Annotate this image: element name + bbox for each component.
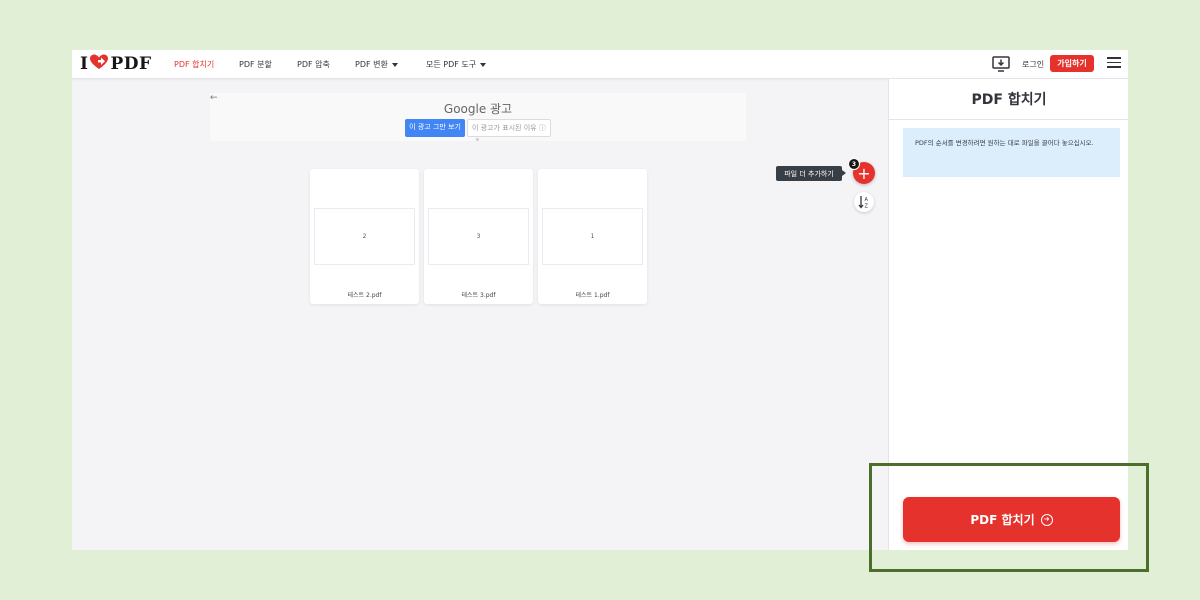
highlight-box (869, 463, 1149, 572)
svg-text:Z: Z (865, 204, 869, 210)
top-navigation-bar: I PDF PDF 합치기 PDF 분할 PDF 압축 PDF 변환 모든 PD… (72, 50, 1128, 79)
file-name: 테스트 2.pdf (347, 292, 382, 299)
file-thumbnail: 2 (314, 208, 415, 265)
svg-text:A: A (865, 197, 869, 203)
file-name: 테스트 3.pdf (461, 292, 496, 299)
nav-all-pdf-tools[interactable]: 모든 PDF 도구 (426, 50, 487, 79)
logo-text-pdf: PDF (110, 54, 152, 74)
nav-all-pdf-tools-label: 모든 PDF 도구 (426, 60, 477, 69)
logo-text-i: I (80, 54, 89, 74)
hamburger-menu-icon[interactable] (1107, 57, 1121, 69)
login-link[interactable]: 로그인 (1022, 50, 1044, 79)
heart-icon (89, 54, 109, 75)
ad-buttons: 이 광고 그만 보기 이 광고가 표시된 이유 ⓘ (210, 119, 746, 137)
file-page-number: 1 (590, 233, 595, 240)
caret-down-icon (391, 62, 398, 67)
sidebar-title: PDF 합치기 (889, 79, 1128, 120)
add-more-files-tooltip: 파일 더 추가하기 (776, 166, 846, 181)
ilovepdf-logo[interactable]: I PDF (80, 53, 152, 75)
file-card[interactable]: 3 테스트 3.pdf (424, 169, 533, 304)
nav-compress-pdf-label: PDF 압축 (297, 60, 330, 69)
file-card[interactable]: 2 테스트 2.pdf (310, 169, 419, 304)
file-name: 테스트 1.pdf (575, 292, 610, 299)
file-count-badge: 3 (848, 158, 860, 170)
nav-convert-pdf-label: PDF 변환 (355, 60, 388, 69)
desktop-download-icon[interactable] (992, 55, 1010, 73)
nav-merge-pdf[interactable]: PDF 합치기 (174, 50, 214, 79)
google-ad-banner: ← Google 광고 이 광고 그만 보기 이 광고가 표시된 이유 ⓘ (210, 93, 746, 141)
nav-convert-pdf[interactable]: PDF 변환 (355, 50, 398, 79)
file-card[interactable]: 1 테스트 1.pdf (538, 169, 647, 304)
caret-down-icon (480, 62, 487, 67)
login-label: 로그인 (1022, 60, 1045, 69)
nav-compress-pdf[interactable]: PDF 압축 (297, 50, 330, 79)
file-thumbnail: 3 (428, 208, 529, 265)
sort-files-button[interactable]: A Z (854, 192, 874, 212)
nav-split-pdf-label: PDF 분할 (239, 60, 272, 69)
sort-az-icon: A Z (858, 196, 869, 210)
ad-title: Google 광고 (443, 102, 513, 116)
why-this-ad-button[interactable]: 이 광고가 표시된 이유 ⓘ (466, 119, 551, 137)
nav-merge-pdf-label: PDF 합치기 (174, 60, 215, 69)
reorder-info-box: PDF의 순서를 변경하려면 원하는 대로 파일을 끌어다 놓으십시오. (903, 128, 1120, 177)
stop-ad-button[interactable]: 이 광고 그만 보기 (405, 119, 465, 137)
signup-button[interactable]: 가입하기 (1050, 55, 1094, 72)
file-page-number: 2 (362, 233, 367, 240)
signup-label: 가입하기 (1057, 59, 1087, 68)
ad-dot (476, 138, 479, 141)
nav-split-pdf[interactable]: PDF 분할 (239, 50, 272, 79)
file-page-number: 3 (476, 233, 481, 240)
file-thumbnail: 1 (542, 208, 643, 265)
